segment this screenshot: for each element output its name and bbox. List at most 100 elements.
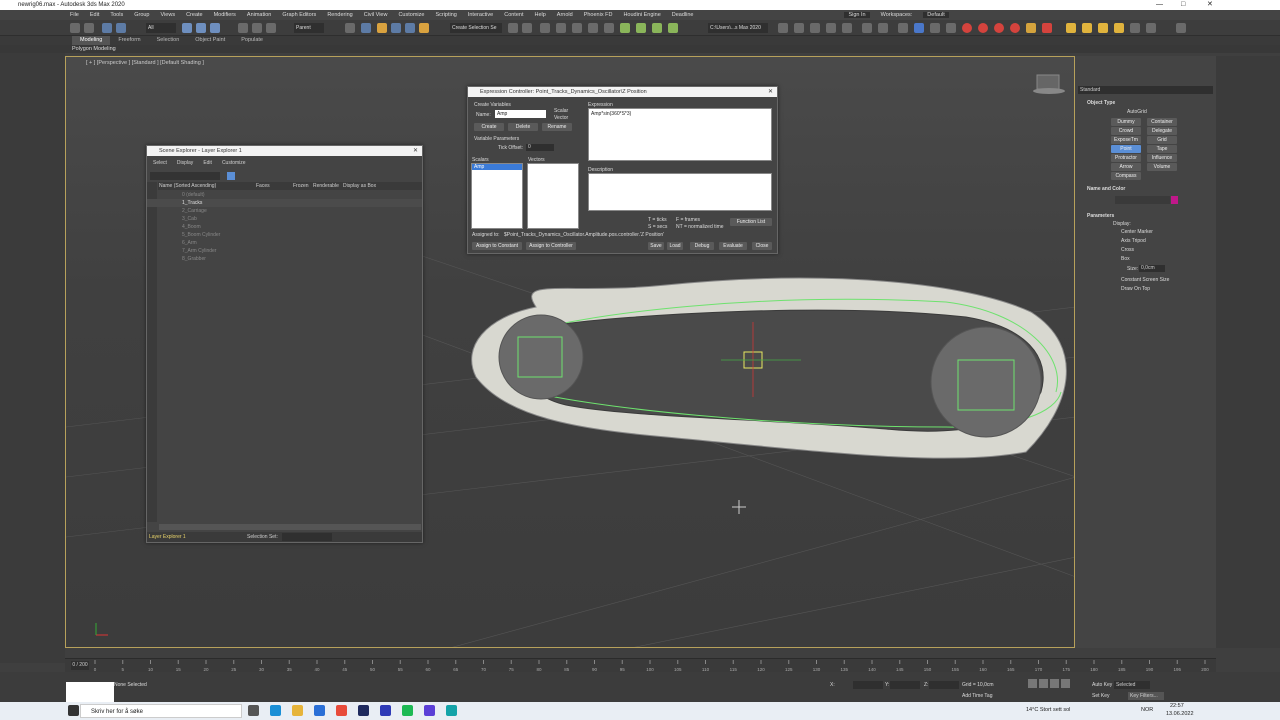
menu-customize[interactable]: Customize [222,160,246,166]
scalar-item[interactable]: Amp [472,164,522,170]
menu-civil-view[interactable]: Civil View [364,12,388,18]
render-production-icon[interactable] [668,23,678,33]
close-icon[interactable]: ✕ [768,87,773,97]
tape-button[interactable]: Tape [1147,145,1177,153]
curve-editor-icon[interactable] [572,23,582,33]
spotify-icon[interactable] [402,705,413,716]
menu-modifiers[interactable]: Modifiers [214,12,236,18]
phoenix-icon-1[interactable] [1026,23,1036,33]
menu-select[interactable]: Select [153,160,167,166]
menu-graph-editors[interactable]: Graph Editors [282,12,316,18]
set-key-button[interactable]: Set Key [1092,693,1110,699]
menu-scripting[interactable]: Scripting [435,12,456,18]
tool-icon-j[interactable] [1130,23,1140,33]
exposetm-button[interactable]: ExposeTm [1111,136,1141,144]
workspaces-dropdown[interactable]: Default [923,12,949,18]
tool-icon-f[interactable] [878,23,888,33]
selection-set-dropdown[interactable] [282,533,332,541]
horizontal-scrollbar[interactable] [159,524,421,530]
influence-button[interactable]: Influence [1147,154,1177,162]
scalar-radio[interactable]: Scalar [554,108,568,114]
compass-button[interactable]: Compass [1111,172,1141,180]
undo-icon[interactable] [70,23,80,33]
menu-help[interactable]: Help [534,12,545,18]
layer-row[interactable]: 0 (default) [147,191,422,199]
menu-group[interactable]: Group [134,12,149,18]
assign-to-controller-button[interactable]: Assign to Controller [526,242,576,250]
layer-row[interactable]: 7_Arm Cylinder [147,247,422,255]
region-select-icon[interactable] [210,23,220,33]
delegate-button[interactable]: Delegate [1147,127,1177,135]
outlook-icon[interactable] [380,705,391,716]
create-button[interactable]: Create [474,123,504,131]
menu-phoenix[interactable]: Phoenix FD [584,12,613,18]
save-button[interactable]: Save [648,242,664,250]
crowd-button[interactable]: Crowd [1111,127,1141,135]
close-icon[interactable]: ✕ [413,146,418,156]
play-icon[interactable] [1050,679,1059,688]
object-type-heading[interactable]: Object Type [1087,100,1115,106]
phoenix-icon-2[interactable] [1042,23,1052,33]
menu-houdini[interactable]: Houdini Engine [623,12,660,18]
teams-icon[interactable] [424,705,435,716]
houdini-icon-4[interactable] [1010,23,1020,33]
spinner-snap-icon[interactable] [419,23,429,33]
rename-button[interactable]: Rename [542,123,572,131]
filter-icon[interactable] [227,172,235,180]
reference-coord-dropdown[interactable]: Parent [294,23,324,33]
category-dropdown[interactable]: Standard [1078,86,1213,94]
project-folder-icon[interactable] [778,23,788,33]
assign-to-constant-button[interactable]: Assign to Constant [472,242,522,250]
scalars-list[interactable]: Amp [471,163,523,229]
clock-date[interactable]: 13.06.2022 [1166,711,1194,717]
tool-icon-a[interactable] [794,23,804,33]
tool-icon-e[interactable] [862,23,872,33]
redo-icon[interactable] [84,23,94,33]
pivot-icon[interactable] [345,23,355,33]
timeline[interactable]: 0 / 200 0 5 10 15 20 25 30 35 40 45 50 55 60 65 70 75 80… [65,658,1216,672]
layer-row[interactable]: 8_Grabber [147,255,422,263]
prev-frame-icon[interactable] [1039,679,1048,688]
x-coordinate-field[interactable] [853,681,883,689]
grid-button[interactable]: Grid [1147,136,1177,144]
layer-explorer-icon[interactable] [540,23,550,33]
tool-icon-b[interactable] [810,23,820,33]
col-frozen[interactable]: Frozen [293,182,309,190]
menu-file[interactable]: File [70,12,79,18]
menu-animation[interactable]: Animation [247,12,271,18]
tank-track-model[interactable] [471,277,1067,459]
protractor-button[interactable]: Protractor [1111,154,1141,162]
link-icon[interactable] [102,23,112,33]
mirror-icon[interactable] [508,23,518,33]
close-icon[interactable]: ✕ [1207,0,1213,10]
menu-interactive[interactable]: Interactive [468,12,493,18]
rs-icon[interactable] [914,23,924,33]
tab-object-paint[interactable]: Object Paint [187,36,233,45]
tab-selection[interactable]: Selection [149,36,188,45]
arrow-button[interactable]: Arrow [1111,163,1141,171]
ribbon-subtitle[interactable]: Polygon Modeling [0,45,1280,53]
minimize-icon[interactable]: — [1156,0,1163,10]
tool-icon-i[interactable] [946,23,956,33]
close-button[interactable]: Close [752,242,772,250]
tab-freeform[interactable]: Freeform [110,36,148,45]
evaluate-button[interactable]: Evaluate [719,242,747,250]
tool-icon-l[interactable] [1176,23,1186,33]
camera-gizmo[interactable] [1033,74,1065,94]
select-manipulate-icon[interactable] [361,23,371,33]
col-faces[interactable]: Faces [256,182,270,190]
arnold-icon-2[interactable] [1082,23,1092,33]
tool-icon-c[interactable] [826,23,836,33]
vectors-list[interactable] [527,163,579,229]
tool-icon-k[interactable] [1146,23,1156,33]
tool-icon-g[interactable] [898,23,908,33]
container-button[interactable]: Container [1147,118,1177,126]
layer-row[interactable]: 1_Tracks [147,199,422,207]
delete-button[interactable]: Delete [508,123,538,131]
z-coordinate-field[interactable] [929,681,959,689]
next-frame-icon[interactable] [1061,679,1070,688]
layer-row[interactable]: 2_Carriage [147,207,422,215]
point-button[interactable]: Point [1111,145,1141,153]
box-checkbox[interactable]: Box [1121,256,1130,262]
col-display-as-box[interactable]: Display as Box [343,182,376,190]
